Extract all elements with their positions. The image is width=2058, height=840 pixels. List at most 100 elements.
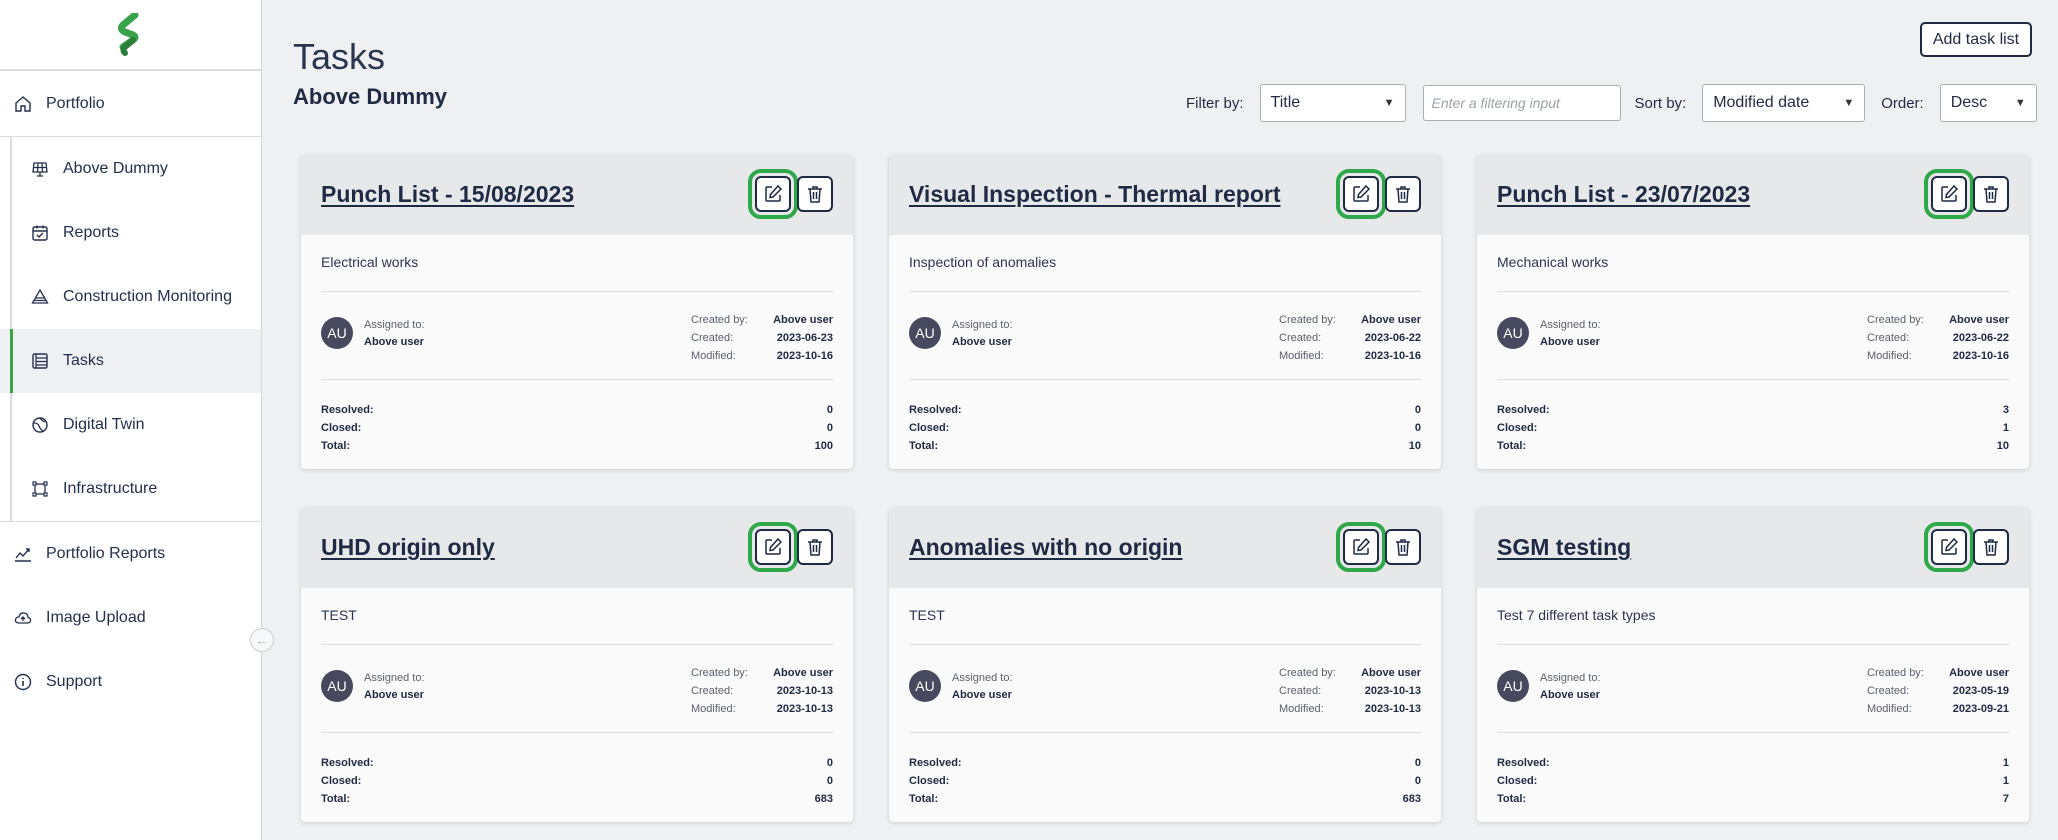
card-stats: Resolved: 0 Closed: 0 Total: 683	[321, 754, 833, 808]
infrastructure-icon	[31, 480, 49, 498]
edit-button[interactable]	[1924, 169, 1974, 219]
total-row: Total: 10	[1497, 437, 2009, 455]
sidebar-item-portfolio[interactable]: Portfolio	[0, 71, 261, 137]
delete-button[interactable]	[1385, 176, 1421, 212]
sidebar-item-construction-monitoring[interactable]: Construction Monitoring	[0, 265, 261, 329]
assigned-to-label: Assigned to:	[364, 672, 425, 684]
assigned-to-value: Above user	[952, 336, 1012, 348]
delete-button[interactable]	[1973, 529, 2009, 565]
modified-label: Modified:	[1867, 350, 1912, 362]
modified-value: 2023-10-16	[1364, 350, 1421, 362]
assigned-to-value: Above user	[364, 689, 424, 701]
task-list-card: Punch List - 23/07/2023 Mechanical works…	[1477, 155, 2029, 469]
closed-row: Closed: 0	[909, 419, 1421, 437]
total-row: Total: 683	[321, 790, 833, 808]
total-label: Total:	[321, 793, 351, 805]
created-label: Created:	[1867, 332, 1910, 344]
edit-button[interactable]	[1336, 169, 1386, 219]
sidebar-item-label: Portfolio Reports	[46, 545, 166, 562]
delete-button[interactable]	[797, 176, 833, 212]
cloud-upload-icon	[14, 609, 32, 627]
sort-by-value: Modified date	[1713, 94, 1810, 111]
total-value: 100	[814, 440, 833, 452]
card-meta: Created by: Above user Created: 2023-05-19…	[1867, 664, 2009, 718]
card-header: Visual Inspection - Thermal report	[889, 155, 1441, 235]
edit-button[interactable]	[1924, 522, 1974, 572]
created-value: 2023-05-19	[1952, 685, 2009, 697]
add-task-list-button[interactable]: Add task list	[1920, 22, 2032, 57]
created-by-label: Created by:	[1867, 667, 1924, 679]
created-row: Created: 2023-06-22	[1867, 329, 2009, 347]
sidebar-item-above-dummy[interactable]: Above Dummy	[0, 137, 261, 201]
sidebar-item-label: Support	[46, 673, 103, 690]
delete-button[interactable]	[1385, 529, 1421, 565]
filter-by-label: Filter by:	[1186, 94, 1244, 112]
resolved-label: Resolved:	[321, 757, 374, 769]
card-title-link[interactable]: UHD origin only	[321, 534, 495, 561]
filter-input[interactable]: Enter a filtering input	[1422, 85, 1621, 121]
sidebar-item-infrastructure[interactable]: Infrastructure	[0, 457, 261, 521]
order-label: Order:	[1881, 94, 1924, 112]
arrow-left-icon: ←	[255, 632, 269, 648]
sidebar-item-label: Image Upload	[46, 609, 146, 626]
tasks-list-icon	[31, 352, 49, 370]
task-list-card: UHD origin only TEST AU Assigned to: Abo…	[301, 508, 853, 822]
card-title-link[interactable]: Anomalies with no origin	[909, 534, 1182, 561]
created-label: Created:	[691, 332, 734, 344]
page-title: Tasks	[293, 36, 386, 77]
info-icon	[14, 673, 32, 691]
closed-row: Closed: 0	[321, 772, 833, 790]
resolved-row: Resolved: 0	[909, 401, 1421, 419]
modified-label: Modified:	[1279, 350, 1324, 362]
edit-button[interactable]	[748, 169, 798, 219]
card-description: Inspection of anomalies	[909, 254, 1057, 270]
sidebar: Portfolio Above Dummy Reports Constructi…	[0, 0, 262, 840]
sidebar-item-reports[interactable]: Reports	[0, 201, 261, 265]
card-title-link[interactable]: SGM testing	[1497, 534, 1631, 561]
sidebar-item-image-upload[interactable]: Image Upload	[0, 586, 261, 650]
trash-icon	[1396, 186, 1410, 203]
sidebar-item-support[interactable]: Support	[0, 650, 261, 714]
modified-row: Modified: 2023-10-16	[691, 347, 833, 365]
assigned-to-label: Assigned to:	[952, 319, 1013, 331]
card-description: Test 7 different task types	[1497, 607, 1656, 623]
divider	[321, 379, 833, 380]
total-value: 683	[814, 793, 833, 805]
created-value: 2023-06-22	[1952, 332, 2009, 344]
order-select[interactable]: Desc ▼	[1939, 84, 2037, 122]
card-title-link[interactable]: Visual Inspection - Thermal report	[909, 181, 1281, 208]
task-list-card: SGM testing Test 7 different task types …	[1477, 508, 2029, 822]
edit-icon	[1353, 184, 1371, 202]
divider	[1497, 379, 2009, 380]
edit-button[interactable]	[748, 522, 798, 572]
sidebar-collapse-button[interactable]: ←	[250, 628, 274, 652]
trash-icon	[808, 539, 822, 556]
solar-panel-icon	[31, 160, 49, 178]
modified-value: 2023-10-13	[776, 703, 833, 715]
card-title-link[interactable]: Punch List - 23/07/2023	[1497, 181, 1750, 208]
sidebar-item-label: Construction Monitoring	[63, 288, 232, 305]
globe-icon	[31, 416, 49, 434]
sidebar-item-portfolio-reports[interactable]: Portfolio Reports	[0, 522, 261, 586]
divider	[321, 732, 833, 733]
modified-label: Modified:	[691, 703, 736, 715]
divider	[321, 291, 833, 292]
divider	[909, 732, 1421, 733]
delete-button[interactable]	[797, 529, 833, 565]
delete-button[interactable]	[1973, 176, 2009, 212]
logo[interactable]	[0, 0, 261, 71]
avatar: AU	[321, 317, 353, 349]
closed-label: Closed:	[909, 775, 950, 787]
chart-line-icon	[14, 545, 32, 563]
sidebar-item-digital-twin[interactable]: Digital Twin	[0, 393, 261, 457]
modified-row: Modified: 2023-10-13	[1279, 700, 1421, 718]
total-value: 10	[1996, 440, 2009, 452]
sort-by-select[interactable]: Modified date ▼	[1702, 84, 1866, 122]
sidebar-item-tasks[interactable]: Tasks	[0, 329, 261, 393]
edit-button[interactable]	[1336, 522, 1386, 572]
card-title-link[interactable]: Punch List - 15/08/2023	[321, 181, 574, 208]
card-stats: Resolved: 0 Closed: 0 Total: 10	[909, 401, 1421, 455]
card-stats: Resolved: 0 Closed: 0 Total: 100	[321, 401, 833, 455]
assigned-to-value: Above user	[1540, 336, 1600, 348]
filter-by-select[interactable]: Title ▼	[1259, 84, 1406, 122]
